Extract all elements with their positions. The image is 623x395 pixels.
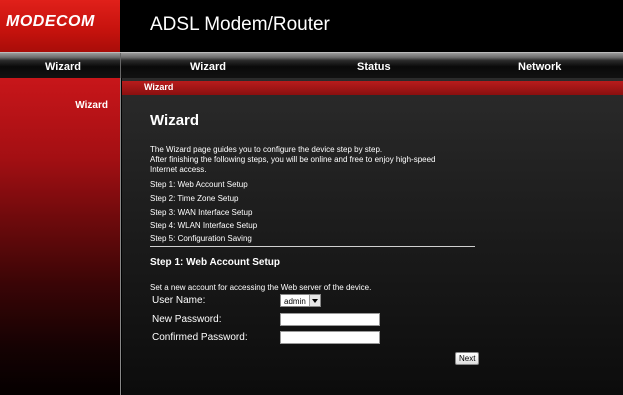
breadcrumb-label: Wizard	[144, 82, 174, 92]
step-item: Step 2: Time Zone Setup	[150, 194, 239, 203]
breadcrumb: Wizard	[122, 81, 623, 95]
step-item: Step 3: WAN Interface Setup	[150, 208, 253, 217]
nav-left-section: Wizard	[0, 53, 121, 79]
sidebar: Wizard	[0, 78, 121, 395]
description-line: The Wizard page guides you to configure …	[150, 145, 383, 154]
next-button[interactable]: Next	[455, 352, 480, 365]
new-password-label: New Password:	[152, 314, 222, 325]
section-description: Set a new account for accessing the Web …	[150, 283, 372, 292]
logo-text: MODECOM	[6, 13, 95, 30]
description-line: After finishing the following steps, you…	[150, 155, 436, 164]
description-line: Internet access.	[150, 165, 207, 174]
user-name-select-value: admin	[284, 297, 306, 306]
confirmed-password-label: Confirmed Password:	[152, 332, 248, 343]
chevron-down-icon[interactable]	[308, 295, 320, 306]
nav-tab-network[interactable]: Network	[518, 61, 561, 73]
section-title: Step 1: Web Account Setup	[150, 257, 281, 268]
nav-tab-status[interactable]: Status	[357, 61, 391, 73]
new-password-field[interactable]	[280, 313, 380, 326]
user-name-select[interactable]: admin	[280, 294, 321, 307]
step-item: Step 4: WLAN Interface Setup	[150, 221, 258, 230]
nav-tab-wizard[interactable]: Wizard	[190, 61, 226, 73]
user-name-label: User Name:	[152, 295, 206, 306]
sidebar-item-wizard[interactable]: Wizard	[75, 100, 108, 111]
header: MODECOM ADSL Modem/Router	[0, 0, 623, 52]
section-divider	[150, 246, 475, 247]
main-content: Wizard Wizard The Wizard page guides you…	[122, 78, 623, 395]
app-title: ADSL Modem/Router	[150, 14, 330, 35]
step-item: Step 5: Configuration Saving	[150, 234, 252, 243]
step-item: Step 1: Web Account Setup	[150, 180, 248, 189]
page-title: Wizard	[150, 112, 200, 129]
confirmed-password-field[interactable]	[280, 331, 380, 344]
top-nav-bar: Wizard Wizard Status Network	[0, 52, 623, 79]
nav-left-label: Wizard	[45, 61, 81, 73]
brand-logo: MODECOM	[0, 0, 120, 52]
